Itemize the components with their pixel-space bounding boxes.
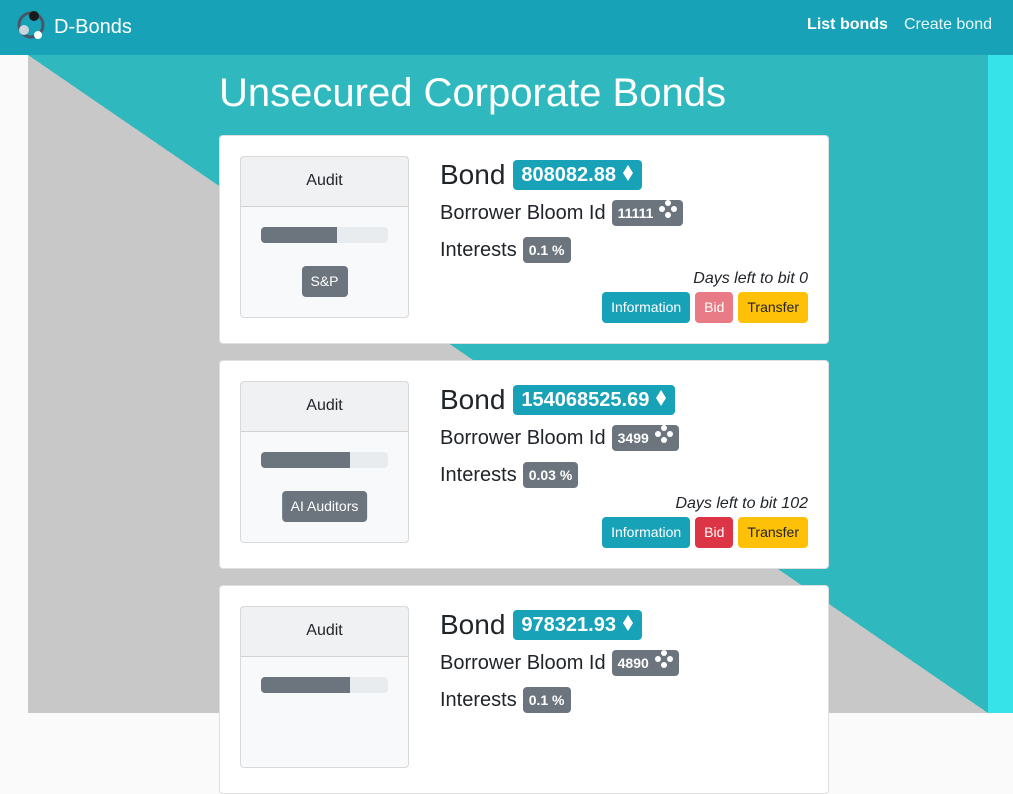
bond-actions: Information Bid Transfer	[602, 517, 808, 548]
navbar: D-Bonds List bonds Create bond	[0, 0, 1013, 55]
nav-links: List bonds Create bond	[807, 16, 992, 34]
days-left: Days left to bit 0	[693, 270, 808, 288]
brand-name: D-Bonds	[54, 16, 132, 38]
audit-header: Audit	[241, 157, 408, 207]
audit-panel: Audit S&P	[240, 156, 409, 318]
audit-header: Audit	[241, 607, 408, 657]
bond-card: Audit Bond 978321.93 Borrower Bloom Id 4…	[219, 585, 829, 794]
ether-diamond-icon	[655, 385, 667, 415]
audit-header: Audit	[241, 382, 408, 432]
borrower-label: Borrower Bloom Id	[440, 426, 606, 449]
bond-info: Bond 154068525.69 Borrower Bloom Id 3499…	[440, 381, 808, 493]
left-margin	[0, 55, 28, 713]
bloom-icon	[659, 200, 678, 226]
bond-info: Bond 808082.88 Borrower Bloom Id 11111 I…	[440, 156, 808, 268]
auditor-badge[interactable]: AI Auditors	[281, 491, 368, 522]
right-strip	[988, 55, 1013, 713]
audit-panel: Audit	[240, 606, 409, 768]
audit-progress	[261, 677, 388, 693]
nav-list-bonds[interactable]: List bonds	[807, 16, 888, 34]
nav-create-bond[interactable]: Create bond	[904, 16, 992, 34]
interests-label: Interests	[440, 463, 517, 486]
bond-amount: 978321.93	[521, 614, 616, 636]
days-left-label: Days left to bit	[693, 270, 795, 287]
borrower-label: Borrower Bloom Id	[440, 651, 606, 674]
bond-amount-badge: 978321.93	[513, 610, 642, 640]
days-left-value: 0	[799, 270, 808, 287]
borrower-id-badge: 11111	[611, 200, 684, 226]
ether-diamond-icon	[622, 160, 634, 190]
audit-progress-bar	[261, 227, 338, 243]
bid-button[interactable]: Bid	[695, 517, 734, 548]
bond-amount-badge: 154068525.69	[513, 385, 676, 415]
bond-amount: 154068525.69	[521, 389, 650, 411]
brand[interactable]: D-Bonds	[14, 8, 132, 47]
dbonds-logo-icon	[14, 8, 48, 47]
transfer-button[interactable]: Transfer	[738, 517, 808, 548]
interest-badge: 0.1 %	[522, 687, 571, 713]
audit-progress-bar	[261, 452, 350, 468]
bond-card: Audit S&P Bond 808082.88 Borrower Bloom …	[219, 135, 829, 344]
bond-amount: 808082.88	[521, 164, 616, 186]
audit-panel: Audit AI Auditors	[240, 381, 409, 543]
borrower-id-badge: 3499	[611, 425, 679, 451]
interest-badge: 0.03 %	[522, 462, 579, 488]
interests-label: Interests	[440, 238, 517, 261]
borrower-id: 4890	[617, 655, 649, 671]
bloom-icon	[654, 650, 673, 676]
interests-label: Interests	[440, 688, 517, 711]
days-left-label: Days left to bit	[675, 495, 777, 512]
interest-badge: 0.1 %	[522, 237, 571, 263]
bond-card: Audit AI Auditors Bond 154068525.69 Borr…	[219, 360, 829, 569]
auditor-badge[interactable]: S&P	[301, 266, 348, 297]
page-title: Unsecured Corporate Bonds	[219, 71, 726, 115]
borrower-id: 3499	[617, 430, 649, 446]
days-left-value: 102	[781, 495, 808, 512]
audit-progress-bar	[261, 677, 350, 693]
days-left: Days left to bit 102	[675, 495, 808, 513]
transfer-button[interactable]: Transfer	[738, 292, 808, 323]
information-button[interactable]: Information	[602, 292, 691, 323]
bond-amount-badge: 808082.88	[513, 160, 642, 190]
bid-button[interactable]: Bid	[695, 292, 734, 323]
bond-actions: Information Bid Transfer	[602, 292, 808, 323]
bond-heading: Bond	[440, 384, 506, 415]
information-button[interactable]: Information	[602, 517, 691, 548]
ether-diamond-icon	[622, 610, 634, 640]
audit-progress	[261, 227, 388, 243]
borrower-label: Borrower Bloom Id	[440, 201, 606, 224]
bloom-icon	[654, 425, 673, 451]
bond-heading: Bond	[440, 159, 506, 190]
audit-progress	[261, 452, 388, 468]
bond-info: Bond 978321.93 Borrower Bloom Id 4890 In…	[440, 606, 808, 718]
bond-heading: Bond	[440, 609, 506, 640]
borrower-id-badge: 4890	[611, 650, 679, 676]
borrower-id: 11111	[617, 205, 654, 221]
